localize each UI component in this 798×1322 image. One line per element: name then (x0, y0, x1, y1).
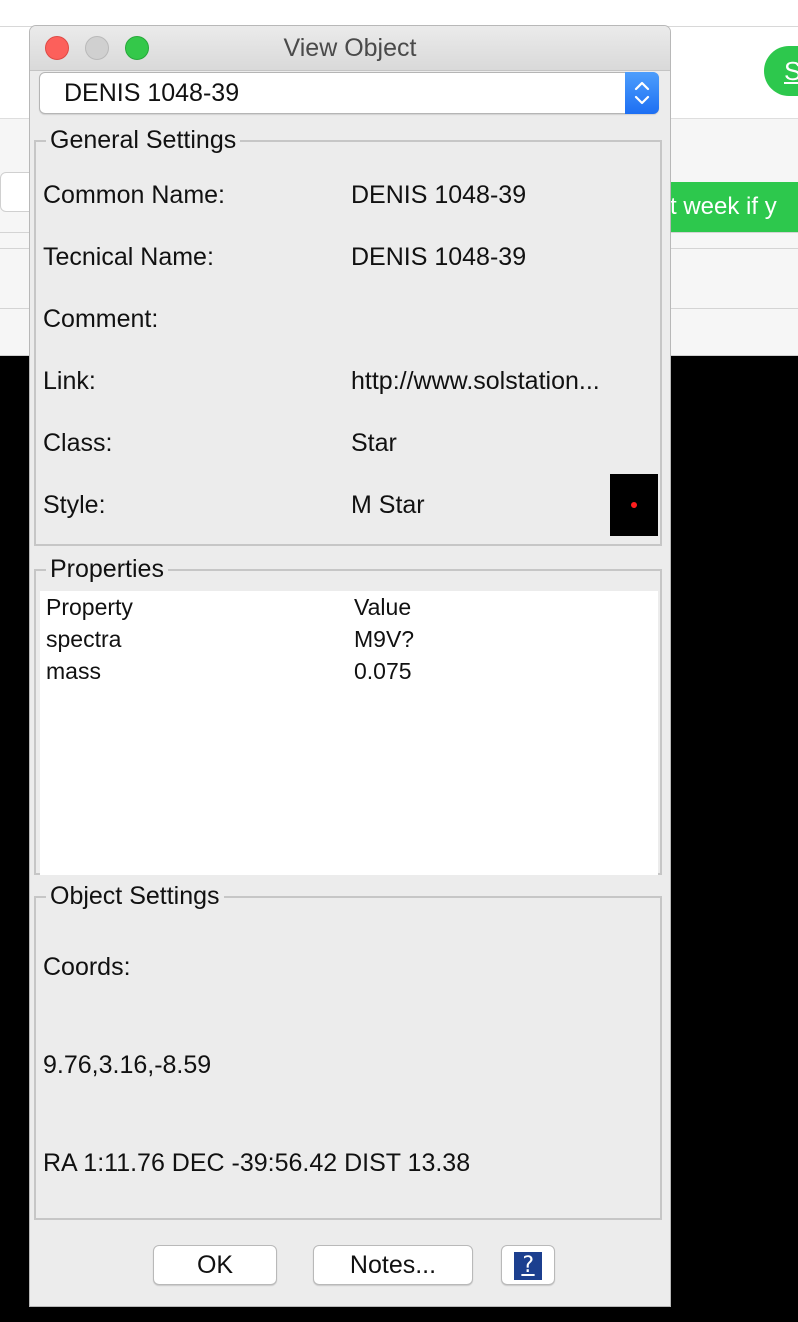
properties-title: Properties (46, 554, 168, 584)
ok-button[interactable]: OK (153, 1245, 277, 1285)
technical-name-value: DENIS 1048-39 (351, 243, 527, 271)
view-object-dialog: View Object DENIS 1048-39 General Settin… (30, 26, 670, 1306)
star-dot-icon (631, 502, 637, 508)
class-label: Class: (43, 429, 113, 457)
properties-table[interactable]: Property Value spectra M9V? mass 0.075 (40, 591, 658, 875)
ra-dec-dist-value: RA 1:11.76 DEC -39:56.42 DIST 13.38 (43, 1149, 471, 1177)
common-name-value: DENIS 1048-39 (351, 181, 527, 209)
notes-button[interactable]: Notes... (313, 1245, 473, 1285)
object-settings-title: Object Settings (46, 881, 224, 911)
technical-name-label: Tecnical Name: (43, 243, 214, 271)
column-header-value[interactable]: Value (354, 591, 411, 623)
table-header[interactable]: Property Value (40, 591, 658, 623)
property-cell: spectra (46, 626, 122, 652)
common-name-label: Common Name: (43, 181, 225, 209)
style-preview-swatch (610, 474, 658, 536)
value-cell: 0.075 (354, 658, 412, 684)
table-row[interactable]: spectra M9V? (40, 623, 658, 655)
help-icon: ? (514, 1252, 542, 1280)
title-bar[interactable]: View Object (30, 26, 670, 71)
class-value: Star (351, 429, 397, 457)
style-value: M Star (351, 491, 425, 519)
comment-label: Comment: (43, 305, 159, 333)
column-header-property[interactable]: Property (46, 591, 133, 623)
general-settings-title: General Settings (46, 125, 241, 155)
property-cell: mass (46, 658, 101, 684)
background-send-button: S (764, 46, 798, 96)
object-select-dropdown[interactable]: DENIS 1048-39 (39, 72, 659, 114)
window-title: View Object (283, 34, 417, 62)
object-settings-group: Object Settings Coords: 9.76,3.16,-8.59 … (34, 881, 662, 1220)
table-row[interactable]: mass 0.075 (40, 655, 658, 687)
value-cell: M9V? (354, 626, 415, 652)
select-arrows-icon[interactable] (625, 72, 659, 114)
object-select-value: DENIS 1048-39 (64, 79, 240, 107)
link-label: Link: (43, 367, 96, 395)
properties-group: Properties Property Value spectra M9V? m… (34, 554, 662, 875)
general-settings-group: General Settings Common Name: DENIS 1048… (34, 125, 662, 546)
link-value[interactable]: http://www.solstation... (351, 366, 600, 396)
coords-label: Coords: (43, 953, 131, 981)
coords-value: 9.76,3.16,-8.59 (43, 1051, 212, 1079)
help-button[interactable]: ? (501, 1245, 555, 1285)
style-label: Style: (43, 491, 106, 519)
